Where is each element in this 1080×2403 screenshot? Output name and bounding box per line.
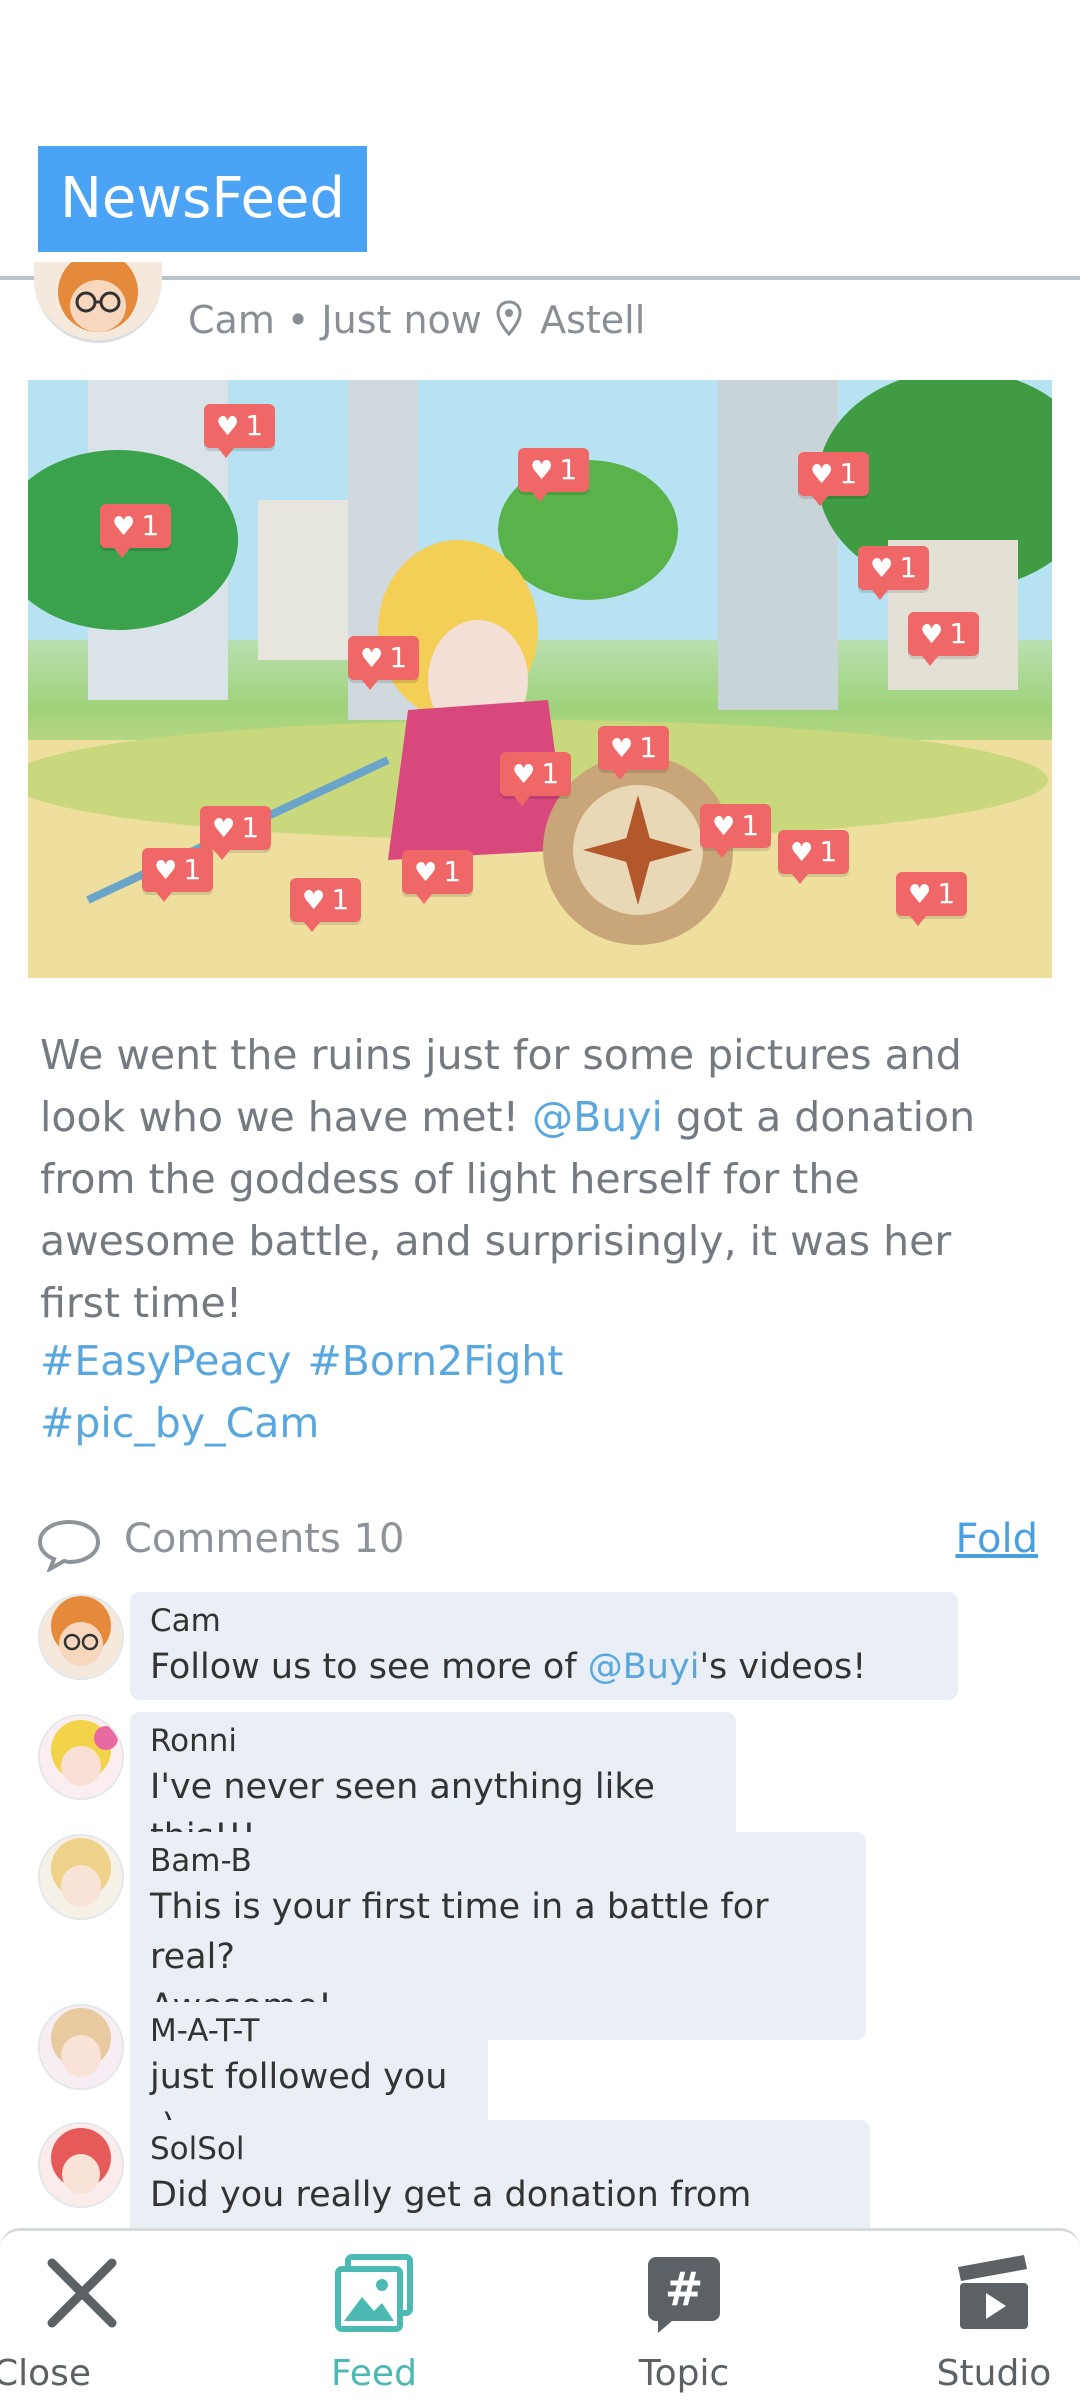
comments-header: Comments 10 Fold: [36, 1510, 1038, 1576]
heart-icon: ♥: [920, 620, 944, 650]
svg-text:#: #: [665, 2262, 704, 2316]
heart-icon: ♥: [810, 460, 834, 490]
app-header: NewsFeed: [0, 0, 1080, 280]
nav-label: Topic: [638, 2353, 730, 2394]
author-avatar[interactable]: [34, 262, 162, 343]
close-icon: [42, 2253, 122, 2333]
post-meta: Cam • Just now Astell: [34, 262, 1034, 362]
comment-author[interactable]: Cam: [150, 1600, 938, 1642]
newsfeed-tab[interactable]: NewsFeed: [38, 146, 367, 252]
avatar[interactable]: [38, 1594, 124, 1680]
heart-icon: ♥: [610, 734, 634, 764]
header-divider: [0, 276, 1080, 280]
bottom-nav: Close Feed # Topic Studio: [0, 2228, 1080, 2403]
hashtag-link[interactable]: #pic_by_Cam: [40, 1399, 319, 1447]
location-pin-icon: [496, 300, 522, 345]
mention-link[interactable]: @Buyi: [588, 1647, 700, 1687]
nav-studio[interactable]: Studio: [914, 2249, 1074, 2399]
comment-text: Follow us to see more of @Buyi's videos!: [150, 1647, 867, 1687]
image-gallery-icon: [334, 2253, 414, 2333]
hashtag-link[interactable]: #Born2Fight: [307, 1337, 563, 1385]
avatar[interactable]: [38, 2122, 124, 2208]
like-tag: ♥ 1: [798, 452, 870, 506]
avatar[interactable]: [38, 1834, 124, 1920]
comment-author[interactable]: Ronni: [150, 1720, 716, 1762]
comment-author[interactable]: Bam-B: [150, 1840, 846, 1882]
like-tag: ♥ 1: [200, 806, 272, 860]
comment-author[interactable]: SolSol: [150, 2128, 850, 2170]
avatar[interactable]: [38, 2004, 124, 2090]
like-tag: ♥ 1: [778, 830, 850, 884]
nav-topic[interactable]: # Topic: [604, 2249, 764, 2399]
comments-count: Comments 10: [124, 1516, 405, 1562]
heart-icon: ♥: [212, 814, 236, 844]
like-tag: ♥ 1: [100, 504, 172, 558]
like-tag: ♥ 1: [402, 850, 474, 904]
like-tag: ♥ 1: [518, 448, 590, 502]
like-tag: ♥ 1: [142, 848, 214, 902]
like-tag: ♥ 1: [896, 872, 968, 926]
heart-icon: ♥: [790, 838, 814, 868]
heart-icon: ♥: [414, 858, 438, 888]
nav-label: Feed: [331, 2353, 417, 2394]
comment-author[interactable]: M-A-T-T: [150, 2010, 468, 2052]
hashtag-link[interactable]: #EasyPeacy: [40, 1337, 291, 1385]
like-tag: ♥ 1: [500, 752, 572, 806]
like-tag: ♥ 1: [598, 726, 670, 780]
nav-feed[interactable]: Feed: [294, 2249, 454, 2399]
like-tag: ♥ 1: [858, 546, 930, 600]
like-tag: ♥ 1: [204, 404, 276, 458]
hashtag-icon: #: [644, 2253, 724, 2333]
heart-icon: ♥: [908, 880, 932, 910]
like-tag: ♥ 1: [290, 878, 362, 932]
nav-label: Close: [0, 2353, 92, 2394]
nav-label: Studio: [936, 2353, 1052, 2394]
post-meta-text: Cam • Just now Astell: [188, 298, 645, 345]
comment-bubble-icon: [36, 1518, 102, 1576]
heart-icon: ♥: [360, 644, 384, 674]
avatar[interactable]: [38, 1714, 124, 1800]
fold-button[interactable]: Fold: [955, 1516, 1038, 1562]
heart-icon: ♥: [530, 456, 554, 486]
like-tag: ♥ 1: [348, 636, 420, 690]
heart-icon: ♥: [216, 412, 240, 442]
mention-link[interactable]: @Buyi: [532, 1093, 663, 1141]
post-body: We went the ruins just for some pictures…: [40, 1031, 976, 1327]
like-tag: ♥ 1: [700, 804, 772, 858]
heart-icon: ♥: [112, 512, 136, 542]
heart-icon: ♥: [870, 554, 894, 584]
heart-icon: ♥: [154, 856, 178, 886]
heart-icon: ♥: [302, 886, 326, 916]
heart-icon: ♥: [512, 760, 536, 790]
post-location[interactable]: Astell: [540, 298, 645, 342]
post-author-time: Cam • Just now: [188, 298, 482, 342]
post-image[interactable]: ♥ 1 ♥ 1 ♥ 1 ♥ 1 ♥ 1 ♥ 1 ♥ 1 ♥ 1 ♥ 1 ♥ 1 ♥ 1 ♥ 1 ♥ 1 ♥…: [28, 380, 1052, 978]
clapperboard-icon: [954, 2253, 1034, 2333]
hashtags: #EasyPeacy #Born2Fight #pic_by_Cam: [40, 1330, 1040, 1454]
heart-icon: ♥: [712, 812, 736, 842]
nav-close[interactable]: Close: [0, 2249, 162, 2399]
comment-bubble: Cam Follow us to see more of @Buyi's vid…: [130, 1592, 958, 1700]
like-tag: ♥ 1: [908, 612, 980, 666]
